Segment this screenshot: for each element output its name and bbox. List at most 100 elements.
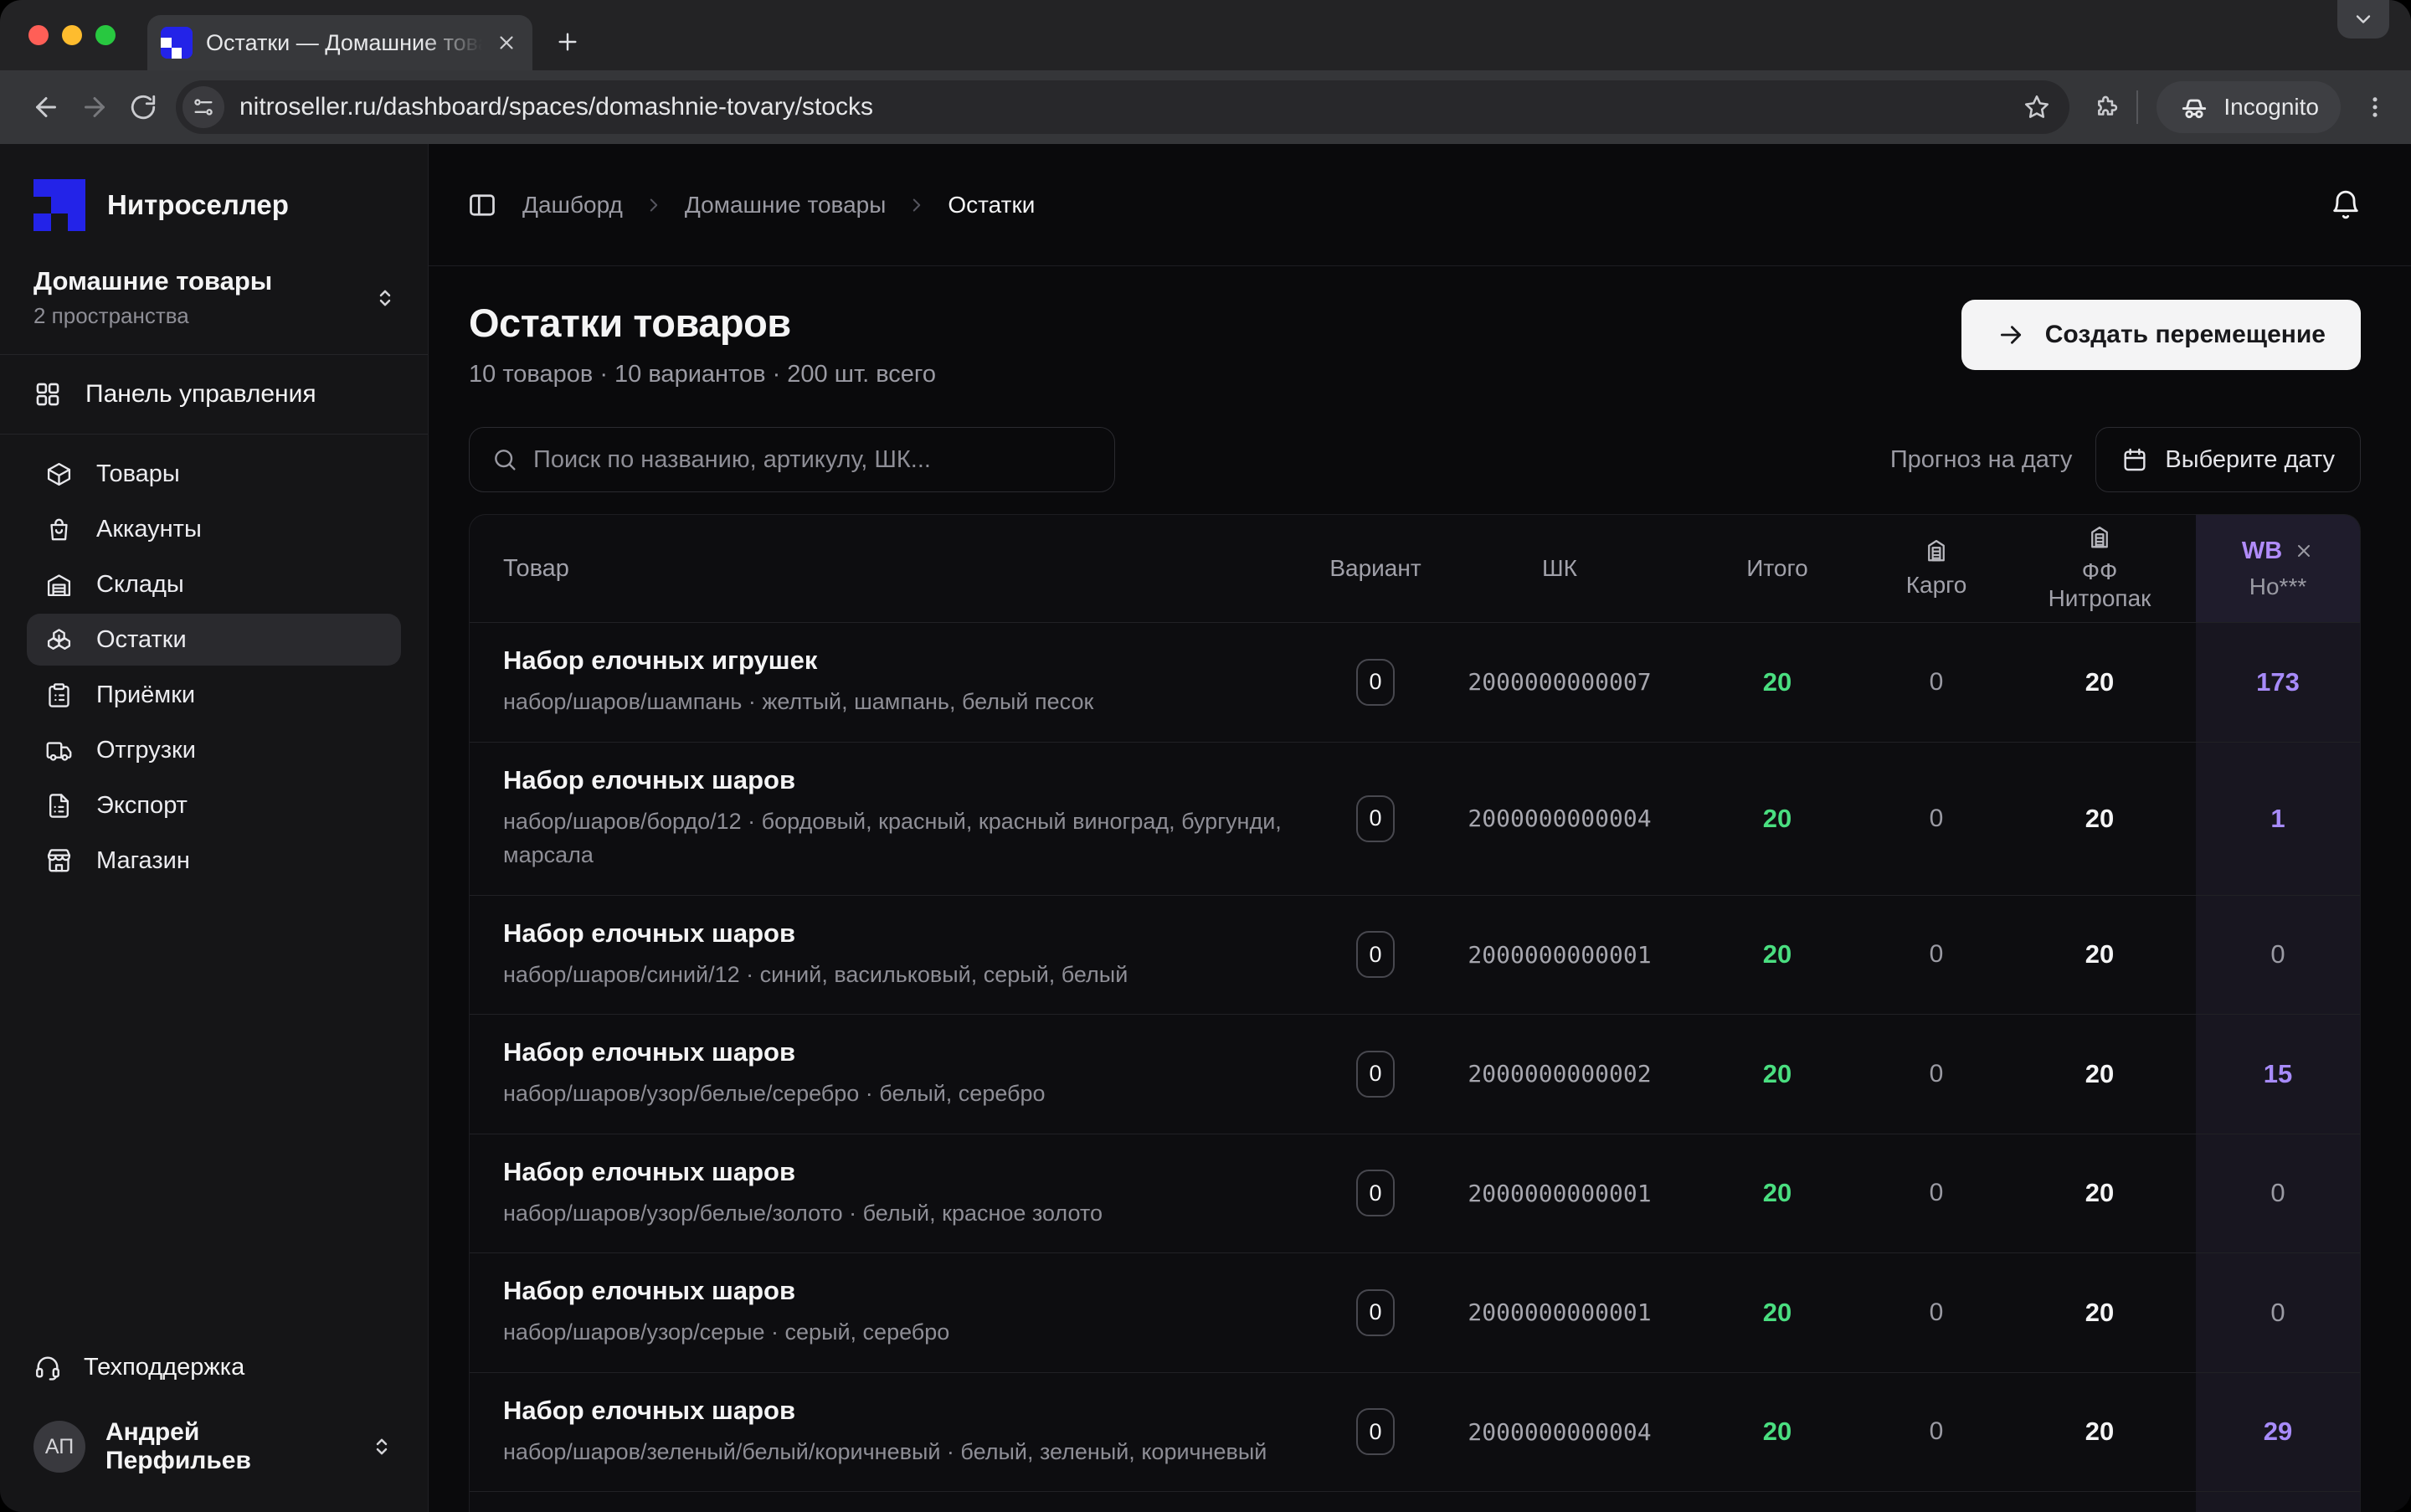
wb-cell: 15 bbox=[2196, 1015, 2360, 1134]
bookmark-star-icon[interactable] bbox=[2023, 93, 2051, 121]
site-controls-icon[interactable] bbox=[182, 86, 224, 128]
breadcrumb: Дашборд Домашние товары Остатки bbox=[522, 192, 1035, 219]
variant-cell: 0 bbox=[1317, 795, 1434, 842]
sidebar-item-label: Отгрузки bbox=[96, 737, 196, 764]
sidebar-item-shop[interactable]: Магазин bbox=[27, 835, 401, 887]
variant-cell: 0 bbox=[1317, 1289, 1434, 1336]
topbar: Дашборд Домашние товары Остатки bbox=[429, 144, 2411, 266]
close-window-button[interactable] bbox=[28, 25, 49, 45]
product-subtitle: набор/шаров/узор/белые/золото · белый, к… bbox=[503, 1196, 1282, 1231]
ff-nitropak-cell: 20 bbox=[2003, 804, 2196, 834]
sku-cell: 2000000000004 bbox=[1434, 805, 1685, 832]
remove-wb-column-icon[interactable] bbox=[2294, 541, 2314, 561]
table-body: Набор елочных игрушек набор/шаров/шампан… bbox=[470, 622, 2360, 1491]
tab-close-icon[interactable] bbox=[496, 32, 517, 54]
browser-tabbar: Остатки — Домашние товар bbox=[0, 0, 2411, 70]
sidebar-item-accounts[interactable]: Аккаунты bbox=[27, 503, 401, 555]
product-name: Набор елочных шаров bbox=[503, 765, 1283, 795]
column-variant: Вариант bbox=[1317, 555, 1434, 582]
column-wb: WB Но*** bbox=[2196, 515, 2360, 622]
table-row[interactable]: Набор елочных шаров набор/шаров/синий/12… bbox=[470, 895, 2360, 1015]
sidebar-item-export[interactable]: Экспорт bbox=[27, 779, 401, 831]
table-header: Товар Вариант ШК Итого Карго ФФНитропак bbox=[470, 515, 2360, 622]
toolbar-divider bbox=[2136, 90, 2138, 124]
workspace-meta: 2 пространства bbox=[33, 303, 373, 329]
warehouse-icon bbox=[1924, 538, 1949, 563]
back-button[interactable] bbox=[22, 83, 70, 131]
sidebar: Нитроселлер Домашние товары 2 пространст… bbox=[0, 144, 429, 1512]
product-cell: Набор елочных шаров набор/шаров/узор/бел… bbox=[470, 1015, 1317, 1134]
user-name: Андрей Перфильев bbox=[105, 1418, 349, 1475]
search-input[interactable] bbox=[533, 446, 1092, 474]
column-sku: ШК bbox=[1434, 555, 1685, 582]
address-bar[interactable]: nitroseller.ru/dashboard/spaces/domashni… bbox=[176, 80, 2069, 134]
sku-cell: 2000000000001 bbox=[1434, 941, 1685, 969]
browser-toolbar: nitroseller.ru/dashboard/spaces/domashni… bbox=[0, 70, 2411, 144]
table-row[interactable]: Набор елочных шаров набор/шаров/узор/сер… bbox=[470, 1252, 2360, 1372]
url-text[interactable]: nitroseller.ru/dashboard/spaces/domashni… bbox=[239, 93, 2007, 121]
wb-cell: 0 bbox=[2196, 896, 2360, 1015]
table-row[interactable]: Набор елочных шаров набор/шаров/узор/бел… bbox=[470, 1014, 2360, 1134]
column-product: Товар bbox=[470, 555, 1317, 583]
table-row[interactable]: Набор елочных игрушек набор/шаров/шампан… bbox=[470, 622, 2360, 742]
wb-cell: 0 bbox=[2196, 1253, 2360, 1372]
workspace-name: Домашние товары bbox=[33, 266, 373, 296]
support-link[interactable]: Техподдержка bbox=[33, 1353, 394, 1381]
chevron-right-icon bbox=[643, 194, 665, 216]
column-ff-nitropak: ФФНитропак bbox=[2003, 525, 2196, 612]
create-transfer-button[interactable]: Создать перемещение bbox=[1961, 300, 2361, 370]
user-menu[interactable]: АП Андрей Перфильев bbox=[33, 1418, 394, 1475]
tab-search-chevron-icon[interactable] bbox=[2337, 0, 2389, 39]
extensions-icon[interactable] bbox=[2090, 93, 2118, 121]
table-row[interactable]: Набор елочных шаров набор/шаров/бордо/12… bbox=[470, 742, 2360, 895]
column-cargo: Карго bbox=[1869, 538, 2003, 599]
forward-button[interactable] bbox=[70, 83, 119, 131]
sku-cell: 2000000000001 bbox=[1434, 1180, 1685, 1207]
sidebar-item-dashboard[interactable]: Панель управления bbox=[0, 355, 428, 434]
sidebar-item-label: Приёмки bbox=[96, 681, 195, 709]
tab-title: Остатки — Домашние товар bbox=[206, 30, 482, 56]
sidebar-item-receivings[interactable]: Приёмки bbox=[27, 669, 401, 721]
product-name: Набор елочных игрушек bbox=[503, 645, 1283, 676]
browser-tab[interactable]: Остатки — Домашние товар bbox=[147, 15, 532, 70]
breadcrumb-dashboard[interactable]: Дашборд bbox=[522, 192, 623, 219]
sidebar-toggle-icon[interactable] bbox=[467, 190, 497, 220]
date-picker-button[interactable]: Выберите дату bbox=[2095, 427, 2361, 492]
sidebar-item-label: Панель управления bbox=[85, 380, 316, 409]
variant-badge: 0 bbox=[1356, 1289, 1395, 1336]
product-cell: Набор елочных шаров набор/шаров/бордо/12… bbox=[470, 743, 1317, 895]
workspace-selector[interactable]: Домашние товары 2 пространства bbox=[0, 238, 428, 354]
chevrons-up-down-icon bbox=[369, 1434, 394, 1459]
sidebar-item-warehouses[interactable]: Склады bbox=[27, 558, 401, 610]
reload-button[interactable] bbox=[119, 83, 167, 131]
table-row[interactable]: Набор елочных шаров набор/шаров/зеленый/… bbox=[470, 1372, 2360, 1492]
new-tab-button[interactable] bbox=[554, 28, 581, 55]
sidebar-item-shipments[interactable]: Отгрузки bbox=[27, 724, 401, 776]
truck-icon bbox=[45, 737, 73, 764]
browser-menu-icon[interactable] bbox=[2361, 93, 2389, 121]
breadcrumb-space[interactable]: Домашние товары bbox=[685, 192, 887, 219]
cargo-cell: 0 bbox=[1869, 1299, 2003, 1327]
sidebar-item-products[interactable]: Товары bbox=[27, 448, 401, 500]
package-icon bbox=[45, 460, 73, 488]
variant-badge: 0 bbox=[1356, 931, 1395, 978]
sidebar-item-stocks[interactable]: Остатки bbox=[27, 614, 401, 666]
total-cell: 20 bbox=[1685, 1178, 1869, 1208]
total-cell: 20 bbox=[1685, 1298, 1869, 1328]
notifications-bell-icon[interactable] bbox=[2329, 188, 2362, 222]
page-title: Остатки товаров bbox=[469, 300, 936, 346]
sku-cell: 2000000000007 bbox=[1434, 668, 1685, 696]
incognito-icon bbox=[2178, 91, 2210, 123]
product-cell: Набор елочных игрушек набор/шаров/шампан… bbox=[470, 623, 1317, 742]
product-subtitle: набор/шаров/синий/12 · синий, васильковы… bbox=[503, 958, 1282, 992]
sidebar-item-label: Склады bbox=[96, 571, 184, 599]
clipboard-icon bbox=[45, 681, 73, 709]
zoom-window-button[interactable] bbox=[95, 25, 116, 45]
avatar: АП bbox=[33, 1421, 85, 1473]
brand-name: Нитроселлер bbox=[107, 189, 289, 221]
table-row-partial bbox=[470, 1491, 2360, 1512]
variant-cell: 0 bbox=[1317, 1051, 1434, 1098]
minimize-window-button[interactable] bbox=[62, 25, 82, 45]
table-row[interactable]: Набор елочных шаров набор/шаров/узор/бел… bbox=[470, 1134, 2360, 1253]
product-subtitle: набор/шаров/узор/серые · серый, серебро bbox=[503, 1315, 1282, 1350]
